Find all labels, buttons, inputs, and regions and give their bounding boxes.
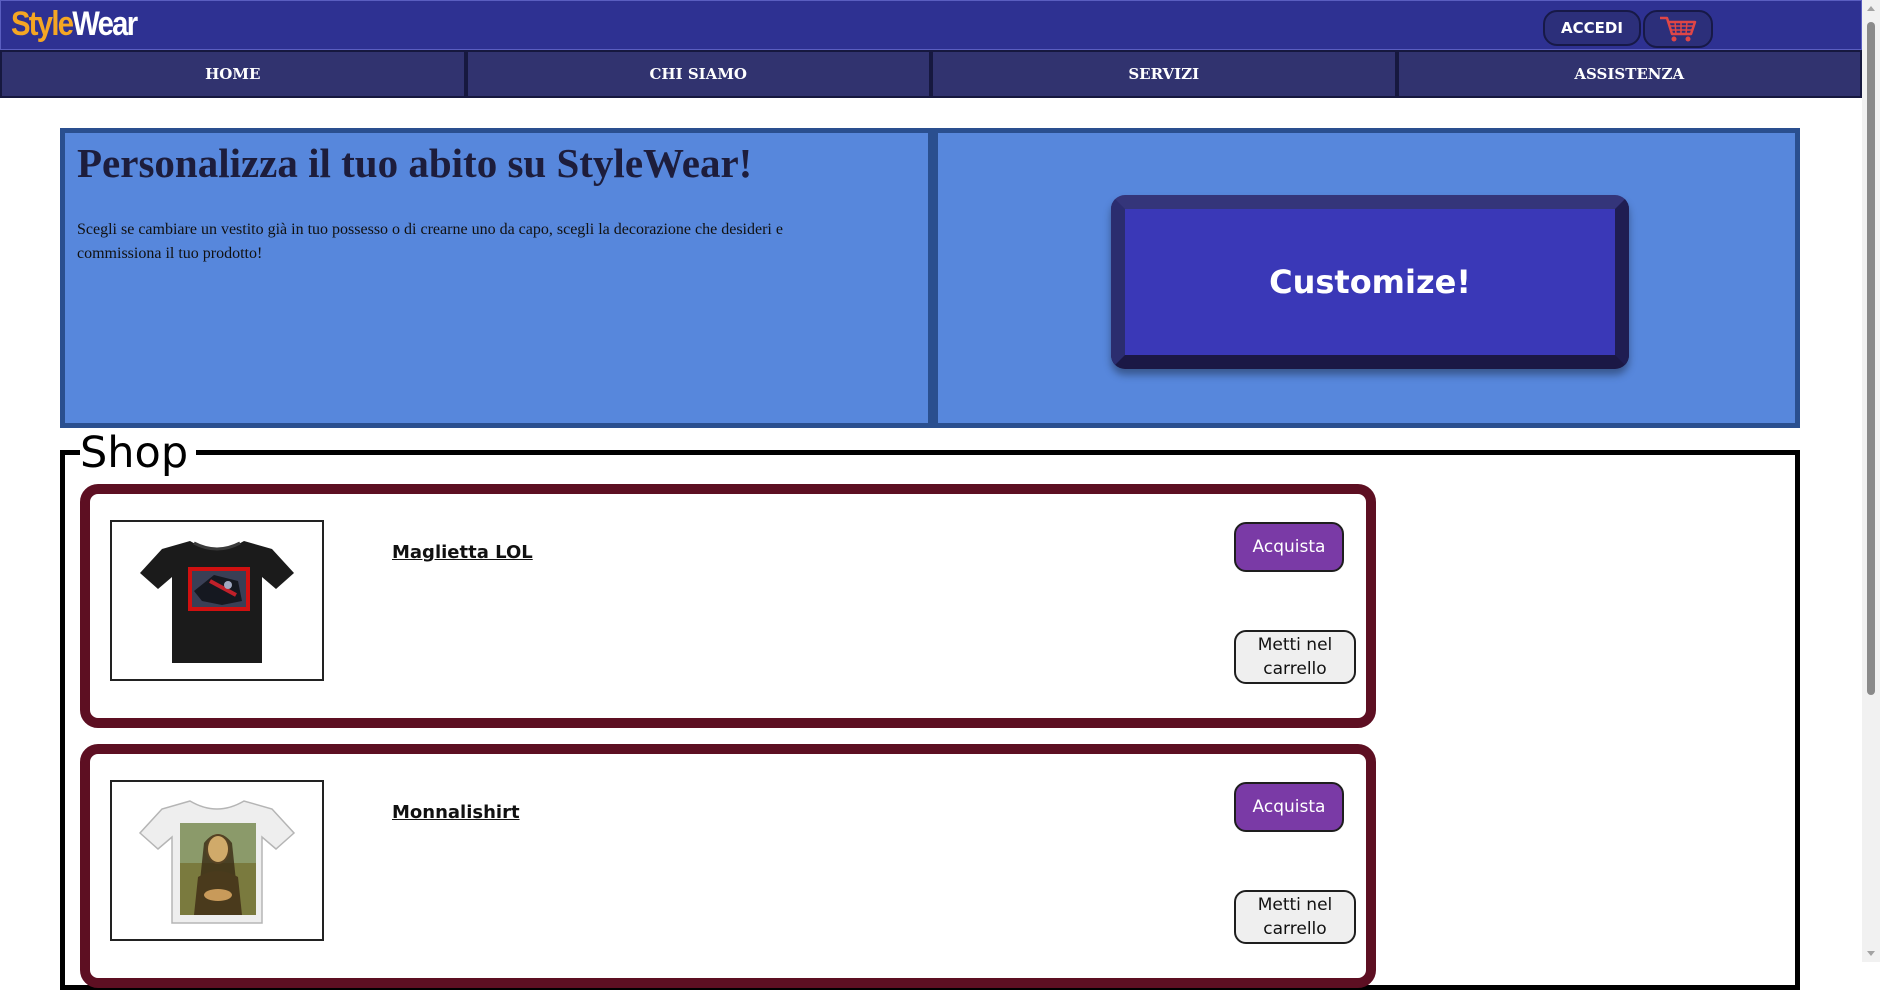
main-nav: HOME CHI SIAMO SERVIZI ASSISTENZA	[0, 50, 1862, 98]
hero-section: Personalizza il tuo abito su StyleWear! …	[60, 128, 1800, 428]
top-bar: StyleWear ACCEDI	[0, 0, 1862, 50]
product-image[interactable]	[110, 780, 324, 941]
hero-description: Scegli se cambiare un vestito già in tuo…	[77, 221, 783, 262]
white-tshirt-mona-lisa-image	[138, 799, 296, 924]
nav-item-chi-siamo[interactable]: CHI SIAMO	[465, 50, 931, 98]
shop-title: Shop	[80, 428, 197, 478]
logo-text-wear: Wear	[72, 5, 138, 43]
scrollbar-thumb[interactable]	[1867, 22, 1875, 695]
logo[interactable]: StyleWear	[11, 5, 138, 44]
add-to-cart-button[interactable]: Metti nel carrello	[1234, 890, 1356, 944]
product-name[interactable]: Monnalishirt	[392, 802, 520, 823]
hero-title: Personalizza il tuo abito su StyleWear!	[77, 140, 753, 186]
login-button[interactable]: ACCEDI	[1543, 10, 1641, 46]
nav-item-assistenza[interactable]: ASSISTENZA	[1396, 50, 1862, 98]
hero-divider	[928, 133, 938, 423]
black-tshirt-image	[140, 540, 294, 663]
nav-item-servizi[interactable]: SERVIZI	[931, 50, 1397, 98]
product-image[interactable]	[110, 520, 324, 681]
add-to-cart-button[interactable]: Metti nel carrello	[1234, 630, 1356, 684]
product-card: Maglietta LOL Acquista Metti nel carrell…	[80, 484, 1376, 728]
buy-button[interactable]: Acquista	[1234, 782, 1344, 832]
product-name[interactable]: Maglietta LOL	[392, 542, 533, 563]
nav-item-home[interactable]: HOME	[0, 50, 466, 98]
customize-button[interactable]: Customize!	[1111, 195, 1629, 369]
scroll-down-arrow-icon[interactable]	[1867, 951, 1875, 956]
product-card: Monnalishirt Acquista Metti nel carrello	[80, 744, 1376, 988]
scroll-up-arrow-icon[interactable]	[1867, 6, 1875, 11]
logo-text-style: Style	[11, 5, 74, 43]
page-scrollbar[interactable]	[1862, 0, 1880, 962]
shopping-cart-icon	[1660, 16, 1697, 42]
cart-button[interactable]	[1643, 10, 1713, 48]
buy-button[interactable]: Acquista	[1234, 522, 1344, 572]
